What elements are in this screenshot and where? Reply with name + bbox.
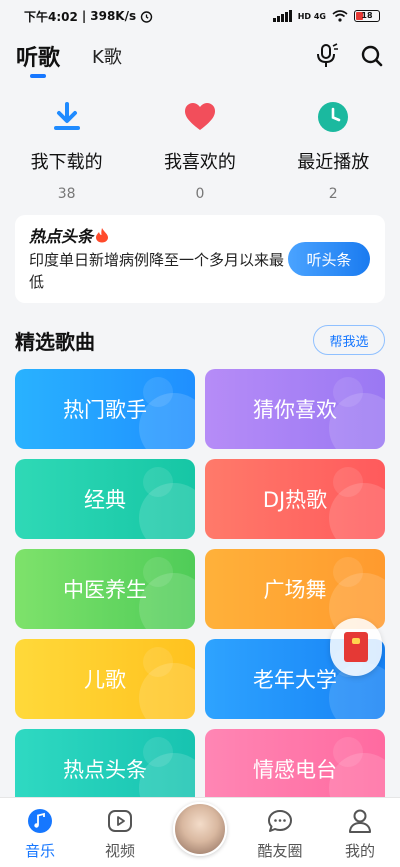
headline-card[interactable]: 热点头条 印度单日新增病例降至一个多月以来最低 听头条 <box>15 215 385 303</box>
section-title: 精选歌曲 <box>15 329 95 354</box>
wifi-icon <box>332 10 348 22</box>
battery-icon: 18 <box>354 10 380 22</box>
person-icon <box>349 809 371 833</box>
category-label: 热门歌手 <box>63 398 147 422</box>
search-icon[interactable] <box>360 44 384 68</box>
nav-label: 我的 <box>344 842 375 860</box>
music-note-icon <box>28 809 52 833</box>
nav-label: 视频 <box>104 842 135 860</box>
category-label: 广场舞 <box>263 578 327 602</box>
headline-text: 印度单日新增病例降至一个多月以来最低 <box>29 251 285 291</box>
download-icon <box>53 102 80 130</box>
tab-listen[interactable]: 听歌 <box>16 40 60 78</box>
red-envelope-icon <box>344 632 368 662</box>
category-tile[interactable]: 经典 <box>15 459 195 539</box>
category-tile[interactable]: DJ热歌 <box>205 459 385 539</box>
nav-video[interactable]: 视频 <box>80 798 160 867</box>
flame-icon <box>96 228 109 243</box>
category-label: 老年大学 <box>253 668 337 692</box>
top-header: 听歌 K歌 <box>0 34 400 78</box>
pick-for-me-button[interactable]: 帮我选 <box>313 325 385 355</box>
network-type: HD 4G <box>297 11 326 21</box>
nav-music[interactable]: 音乐 <box>0 798 80 867</box>
category-label: 中医养生 <box>63 578 147 602</box>
category-grid: 热门歌手 猜你喜欢 经典 DJ热歌 中医养生 广场舞 儿歌 老年大学 热点头条 … <box>15 369 385 809</box>
avatar <box>173 802 227 856</box>
category-tile[interactable]: 中医养生 <box>15 549 195 629</box>
category-tile[interactable]: 猜你喜欢 <box>205 369 385 449</box>
nav-label: 酷友圈 <box>257 842 303 860</box>
tab-karaoke[interactable]: K歌 <box>92 43 122 69</box>
alarm-icon <box>140 10 153 23</box>
category-label: 情感电台 <box>253 758 337 782</box>
category-label: 经典 <box>84 488 126 512</box>
quick-count: 0 <box>195 186 205 202</box>
battery-level: 18 <box>361 11 373 20</box>
category-label: 猜你喜欢 <box>253 398 337 422</box>
red-envelope-button[interactable] <box>330 618 382 676</box>
video-play-icon <box>108 810 132 832</box>
quick-recent[interactable]: 最近播放 2 <box>267 98 400 202</box>
heart-icon <box>184 103 215 130</box>
category-tile[interactable]: 儿歌 <box>15 639 195 719</box>
headline-brand-text: 热点头条 <box>29 227 94 246</box>
status-speed: 398K/s <box>90 9 137 23</box>
category-tile[interactable]: 广场舞 <box>205 549 385 629</box>
clock-icon <box>318 102 349 132</box>
nav-friends[interactable]: 酷友圈 <box>240 798 320 867</box>
quick-favorites[interactable]: 我喜欢的 0 <box>133 98 266 202</box>
chat-bubble-icon <box>268 810 292 832</box>
quick-access: 我下载的 38 我喜欢的 0 最近播放 2 <box>0 98 400 202</box>
listen-headline-button[interactable]: 听头条 <box>288 242 370 276</box>
voice-search-icon[interactable] <box>314 43 340 69</box>
quick-label: 我下载的 <box>30 152 103 173</box>
nav-label: 音乐 <box>24 842 55 860</box>
nav-profile[interactable]: 我的 <box>320 798 400 867</box>
quick-label: 我喜欢的 <box>163 152 236 173</box>
signal-icon <box>272 10 292 22</box>
quick-downloads[interactable]: 我下载的 38 <box>0 98 133 202</box>
nav-player-avatar[interactable] <box>160 798 240 867</box>
bottom-nav: 音乐 视频 酷友圈 我的 <box>0 797 400 867</box>
category-tile[interactable]: 热门歌手 <box>15 369 195 449</box>
quick-label: 最近播放 <box>297 152 370 173</box>
quick-count: 2 <box>328 186 338 202</box>
status-bar: 下午4:02 | 398K/s HD 4G 18 <box>0 0 400 32</box>
quick-count: 38 <box>57 186 76 202</box>
category-label: DJ热歌 <box>262 488 328 512</box>
category-label: 儿歌 <box>84 668 126 692</box>
featured-section-header: 精选歌曲 帮我选 <box>15 324 385 356</box>
category-label: 热点头条 <box>63 758 147 782</box>
status-time: 下午4:02 <box>24 9 78 24</box>
